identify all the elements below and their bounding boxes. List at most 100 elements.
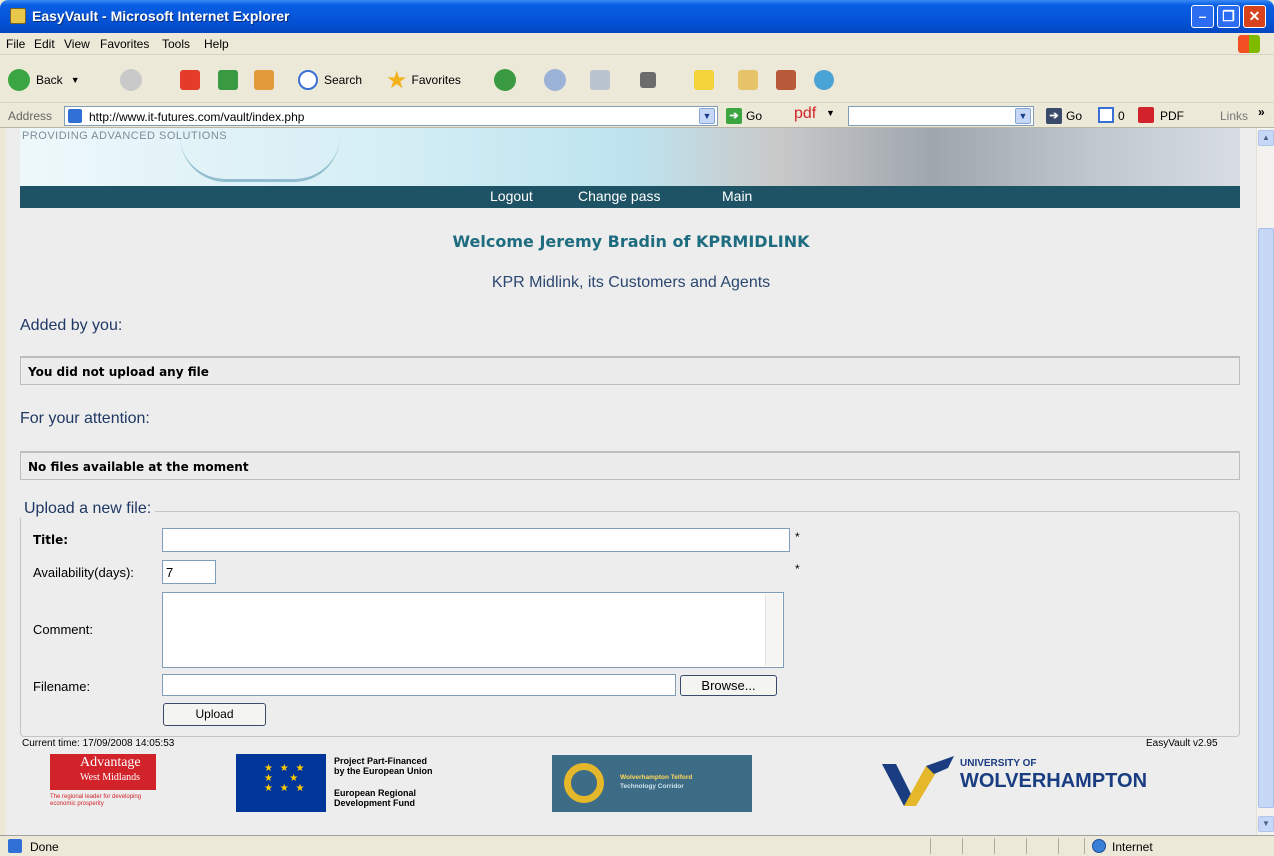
home-button[interactable] [254,68,274,92]
stop-button[interactable] [180,68,200,92]
search-icon [298,70,318,90]
eu-funding-text: Project Part-Financed by the European Un… [334,756,433,808]
attention-heading: For your attention: [20,410,150,427]
pdf-search-input[interactable]: ▼ [848,106,1034,126]
nav-change-pass[interactable]: Change pass [578,188,661,204]
company-subtitle: KPR Midlink, its Customers and Agents [491,274,771,291]
aw-tagline: The regional leader for developing econo… [50,794,142,807]
attention-message: No files available at the moment [28,460,249,474]
go-arrow-icon[interactable]: ➔ [726,108,742,124]
browse-button[interactable]: Browse... [680,675,777,696]
back-button[interactable]: Back ▼ [8,68,80,92]
eu-flag-logo: ★ ★ ★ ★ ★ ★ ★ ★ [236,754,326,812]
chevron-right-icon[interactable]: » [1258,105,1265,119]
mail-button[interactable] [544,68,566,92]
eu-stars-icon: ★ ★ ★ ★ ★ ★ ★ ★ [264,763,307,794]
comment-label: Comment: [33,622,93,637]
menu-help[interactable]: Help [204,37,229,51]
maximize-button[interactable]: ❐ [1217,5,1240,28]
page-viewport: PROVIDING ADVANCED SOLUTIONS Logout Chan… [6,128,1256,835]
nav-logout[interactable]: Logout [490,188,533,204]
vertical-scrollbar[interactable]: ▲ ▼ [1256,128,1274,835]
page-status-icon [8,839,22,853]
filename-label: Filename: [33,679,91,694]
pdf-icon[interactable] [1138,107,1154,123]
security-zone: Internet [1112,840,1153,854]
menu-favorites[interactable]: Favorites [100,37,149,51]
go-button[interactable]: Go [746,109,762,123]
favorites-label: Favorites [411,73,461,87]
history-icon [494,69,516,91]
refresh-icon [218,70,238,90]
wt-ring-icon [564,763,604,803]
print-button[interactable] [590,68,610,92]
university-line2: WOLVERHAMPTON [960,770,1148,792]
wt-line1: Wolverhampton Telford [620,774,693,781]
nav-main[interactable]: Main [722,188,752,204]
minimize-button[interactable]: – [1191,5,1214,28]
address-label: Address [8,109,53,123]
site-banner: PROVIDING ADVANCED SOLUTIONS [20,128,1240,186]
tab-count-icon[interactable] [1098,107,1114,123]
research-button[interactable] [738,68,758,92]
messenger-button[interactable] [776,68,796,92]
nav-bar: Logout Change pass Main [20,186,1240,208]
scroll-thumb[interactable] [1258,228,1274,808]
menu-tools[interactable]: Tools [162,37,190,51]
comment-scrollbar[interactable] [765,594,782,666]
research-icon [738,70,758,90]
status-bar: Done Internet [0,835,1274,856]
filename-input[interactable] [162,674,676,696]
address-input[interactable]: http://www.it-futures.com/vault/index.ph… [64,106,718,126]
pdf-menu[interactable]: pdf [794,105,816,123]
welcome-heading: Welcome Jeremy Bradin of KPRMIDLINK [452,232,810,251]
menu-edit[interactable]: Edit [34,37,55,51]
refresh-button[interactable] [218,68,238,92]
forward-button[interactable] [120,68,142,92]
menu-file[interactable]: File [6,37,25,51]
upload-fieldset: Title: * Availability(days): * Comment: … [20,511,1240,737]
forward-arrow-icon [120,69,142,91]
window-titlebar: EasyVault - Microsoft Internet Explorer … [0,0,1274,33]
history-button[interactable] [494,68,516,92]
university-w-icon [882,756,954,806]
added-notice: You did not upload any file [20,356,1240,385]
search-button[interactable]: Search [298,68,362,92]
status-text: Done [30,840,59,854]
title-label: Title: [33,533,69,547]
menu-bar: File Edit View Favorites Tools Help [0,33,1274,55]
standard-toolbar: Back ▼ Search ★ Favorites [0,56,1274,103]
aw-line2: West Midlands [80,772,141,783]
pdf-search-dropdown[interactable]: ▼ [1015,108,1031,124]
windows-logo-icon [1238,35,1260,53]
address-dropdown-button[interactable]: ▼ [699,108,715,124]
go2-button[interactable]: Go [1066,109,1082,123]
title-required-mark: * [795,530,800,544]
pdf-dropdown-icon[interactable]: ▼ [826,108,835,118]
eu-line3: European Regional [334,788,417,798]
eu-line2: by the European Union [334,766,433,776]
availability-label: Availability(days): [33,565,134,580]
scroll-up-button[interactable]: ▲ [1258,130,1274,146]
title-input[interactable] [162,528,790,552]
close-button[interactable]: ✕ [1243,5,1266,28]
university-of-wolverhampton-logo: UNIVERSITY OF WOLVERHAMPTON [882,756,1162,808]
availability-required-mark: * [795,562,800,576]
favorites-button[interactable]: ★ Favorites [386,67,461,94]
menu-view[interactable]: View [64,37,90,51]
discuss-button[interactable] [694,68,714,92]
scroll-down-button[interactable]: ▼ [1258,816,1274,832]
edit-icon [640,72,656,88]
edit-button[interactable] [640,68,656,92]
go2-arrow-icon[interactable]: ➔ [1046,108,1062,124]
tab-count: 0 [1118,109,1125,123]
advantage-west-midlands-logo: Advantage West Midlands The regional lead… [46,754,156,812]
pdf-button[interactable]: PDF [1160,109,1184,123]
banner-swoosh [180,136,340,182]
upload-button[interactable]: Upload [163,703,266,726]
contacts-button[interactable] [814,68,834,92]
added-message: You did not upload any file [28,365,209,379]
availability-input[interactable] [162,560,216,584]
comment-textarea[interactable] [162,592,784,668]
links-label[interactable]: Links [1220,109,1248,123]
